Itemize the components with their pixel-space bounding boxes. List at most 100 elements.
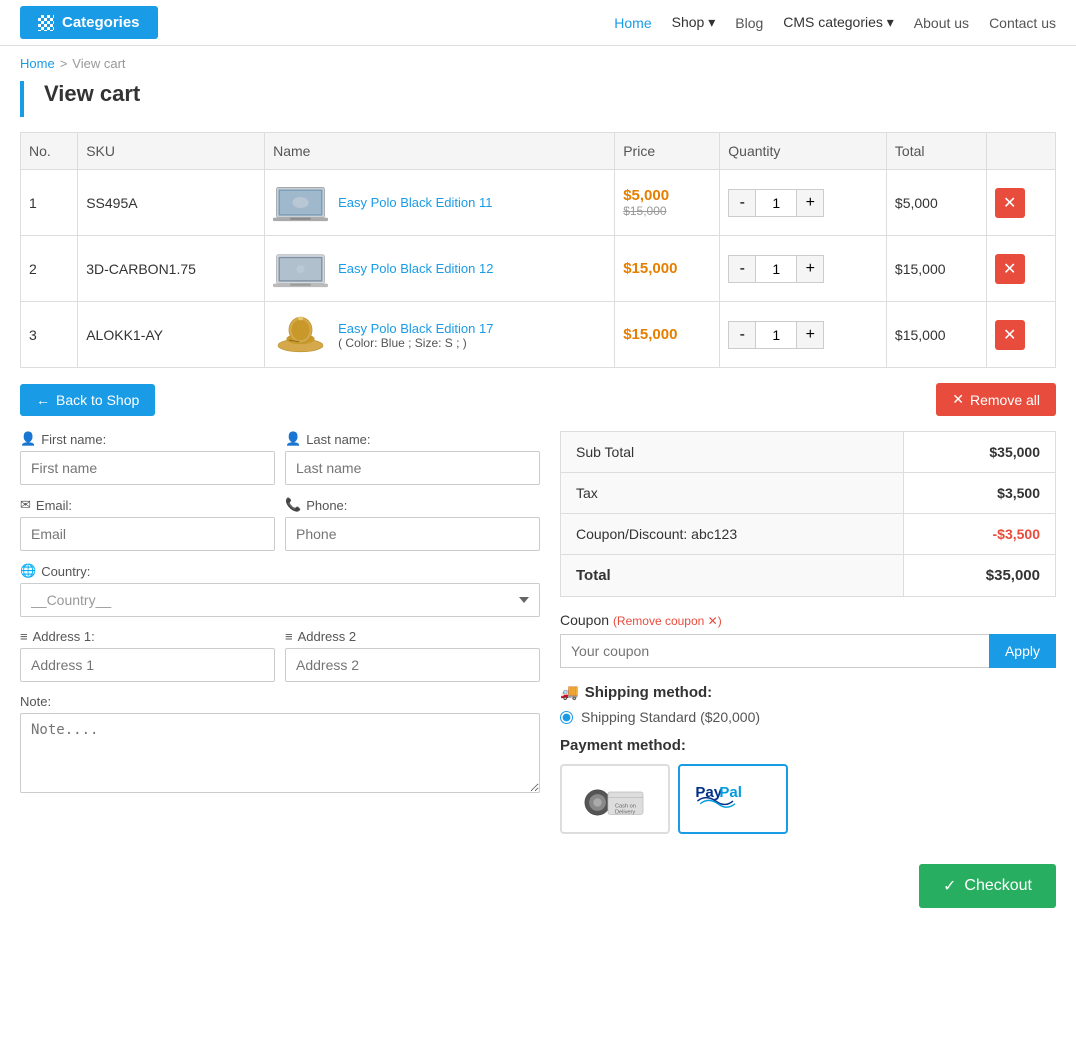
checkout-button[interactable]: ✓ Checkout	[919, 864, 1056, 908]
nav-contact[interactable]: Contact us	[989, 15, 1056, 31]
checkmark-icon: ✓	[943, 876, 956, 896]
remove-button-2[interactable]: ✕	[995, 254, 1025, 284]
col-total: Total	[886, 133, 986, 170]
address2-label: ≡ Address 2	[285, 629, 540, 644]
shipping-section: 🚚 Shipping method: Shipping Standard ($2…	[560, 683, 1056, 725]
qty-ctrl-2: - +	[728, 255, 878, 283]
country-select[interactable]: __Country__	[20, 583, 540, 617]
svg-text:Cash on: Cash on	[615, 803, 636, 809]
total-label: Total	[561, 555, 904, 597]
phone-icon: 📞	[285, 497, 301, 513]
nav-about[interactable]: About us	[914, 15, 969, 31]
cell-remove-2: ✕	[986, 236, 1055, 302]
nav-shop-dropdown[interactable]: Shop ▾	[672, 14, 716, 31]
address1-input[interactable]	[20, 648, 275, 682]
table-row: 1 SS495A Easy Polo Black Edition 11 $	[21, 170, 1056, 236]
price-current-3: $15,000	[623, 326, 711, 343]
page-title-wrapper: View cart	[20, 81, 1056, 117]
cell-qty-2: - +	[720, 236, 887, 302]
product-link-2[interactable]: Easy Polo Black Edition 12	[338, 261, 493, 276]
apply-button[interactable]: Apply	[989, 634, 1056, 668]
product-image-3	[273, 312, 328, 357]
truck-icon: 🚚	[560, 683, 579, 701]
checkout-row: ✓ Checkout	[0, 854, 1076, 928]
col-sku: SKU	[78, 133, 265, 170]
coupon-section: Coupon (Remove coupon ✕) Apply	[560, 612, 1056, 668]
nav-blog[interactable]: Blog	[735, 15, 763, 31]
cell-sku: 3D-CARBON1.75	[78, 236, 265, 302]
main-nav: Home Shop ▾ Blog CMS categories ▾ About …	[614, 14, 1056, 31]
cell-price-1: $5,000 $15,000	[615, 170, 720, 236]
shipping-option[interactable]: Shipping Standard ($20,000)	[560, 709, 1056, 725]
cod-icon: Cash on Delivery	[580, 774, 650, 824]
summary-table: Sub Total $35,000 Tax $3,500 Coupon/Disc…	[560, 431, 1056, 597]
col-no: No.	[21, 133, 78, 170]
list-icon2: ≡	[285, 629, 293, 644]
email-group: ✉ Email:	[20, 497, 275, 551]
note-textarea[interactable]	[20, 713, 540, 793]
coupon-row: Apply	[560, 634, 1056, 668]
price-old-1: $15,000	[623, 204, 711, 218]
checkout-form: 👤 First name: 👤 Last name: ✉ Email:	[20, 431, 540, 834]
qty-ctrl-1: - +	[728, 189, 878, 217]
remove-all-label: Remove all	[970, 392, 1040, 408]
remove-button-3[interactable]: ✕	[995, 320, 1025, 350]
tax-label: Tax	[561, 473, 904, 514]
qty-plus-3[interactable]: +	[796, 321, 824, 349]
remove-coupon-link[interactable]: (Remove coupon ✕)	[613, 614, 722, 628]
shipping-radio[interactable]	[560, 711, 573, 724]
paypal-svg: Pay Pal	[692, 774, 774, 824]
coupon-input[interactable]	[560, 634, 989, 668]
col-qty: Quantity	[720, 133, 887, 170]
product-image-1	[273, 180, 328, 225]
col-price: Price	[615, 133, 720, 170]
qty-minus-3[interactable]: -	[728, 321, 756, 349]
summary-total-row: Total $35,000	[561, 555, 1056, 597]
country-group: 🌐 Country: __Country__	[20, 563, 540, 617]
back-to-shop-label: Back to Shop	[56, 392, 139, 408]
product-detail-3: ( Color: Blue ; Size: S ; )	[338, 336, 493, 350]
remove-button-1[interactable]: ✕	[995, 188, 1025, 218]
phone-input[interactable]	[285, 517, 540, 551]
cell-sku: SS495A	[78, 170, 265, 236]
categories-button[interactable]: Categories	[20, 6, 158, 39]
breadcrumb-separator: >	[60, 56, 68, 71]
qty-plus-2[interactable]: +	[796, 255, 824, 283]
svg-text:Delivery: Delivery	[615, 810, 635, 816]
back-to-shop-button[interactable]: ← Back to Shop	[20, 384, 155, 416]
summary-coupon-row: Coupon/Discount: abc123 -$3,500	[561, 514, 1056, 555]
qty-minus-2[interactable]: -	[728, 255, 756, 283]
email-input[interactable]	[20, 517, 275, 551]
qty-minus-1[interactable]: -	[728, 189, 756, 217]
table-row: 3 ALOKK1-AY Easy Polo Black Edition 17 (…	[21, 302, 1056, 368]
qty-input-2[interactable]	[756, 255, 796, 283]
first-name-label: 👤 First name:	[20, 431, 275, 447]
payment-cod[interactable]: Cash on Delivery	[560, 764, 670, 834]
qty-plus-1[interactable]: +	[796, 189, 824, 217]
price-current-2: $15,000	[623, 260, 711, 277]
first-name-group: 👤 First name:	[20, 431, 275, 485]
subtotal-label: Sub Total	[561, 432, 904, 473]
remove-all-button[interactable]: ✕ Remove all	[936, 383, 1056, 416]
cod-svg: Cash on Delivery	[580, 774, 650, 824]
first-name-input[interactable]	[20, 451, 275, 485]
nav-cms-dropdown[interactable]: CMS categories ▾	[783, 14, 894, 31]
globe-icon: 🌐	[20, 563, 36, 579]
last-name-input[interactable]	[285, 451, 540, 485]
qty-input-3[interactable]	[756, 321, 796, 349]
breadcrumb-home[interactable]: Home	[20, 56, 55, 71]
remove-all-icon: ✕	[952, 391, 964, 408]
svg-text:Pal: Pal	[719, 784, 742, 801]
note-group: Note:	[20, 694, 540, 796]
address2-group: ≡ Address 2	[285, 629, 540, 682]
product-link-3[interactable]: Easy Polo Black Edition 17	[338, 321, 493, 336]
qty-input-1[interactable]	[756, 189, 796, 217]
nav-home[interactable]: Home	[614, 15, 651, 31]
country-row: 🌐 Country: __Country__	[20, 563, 540, 617]
qty-ctrl-3: - +	[728, 321, 878, 349]
payment-options: Cash on Delivery Pay Pal	[560, 764, 1056, 834]
address2-input[interactable]	[285, 648, 540, 682]
product-link-1[interactable]: Easy Polo Black Edition 11	[338, 195, 492, 210]
grid-icon	[38, 15, 54, 31]
payment-paypal[interactable]: Pay Pal	[678, 764, 788, 834]
